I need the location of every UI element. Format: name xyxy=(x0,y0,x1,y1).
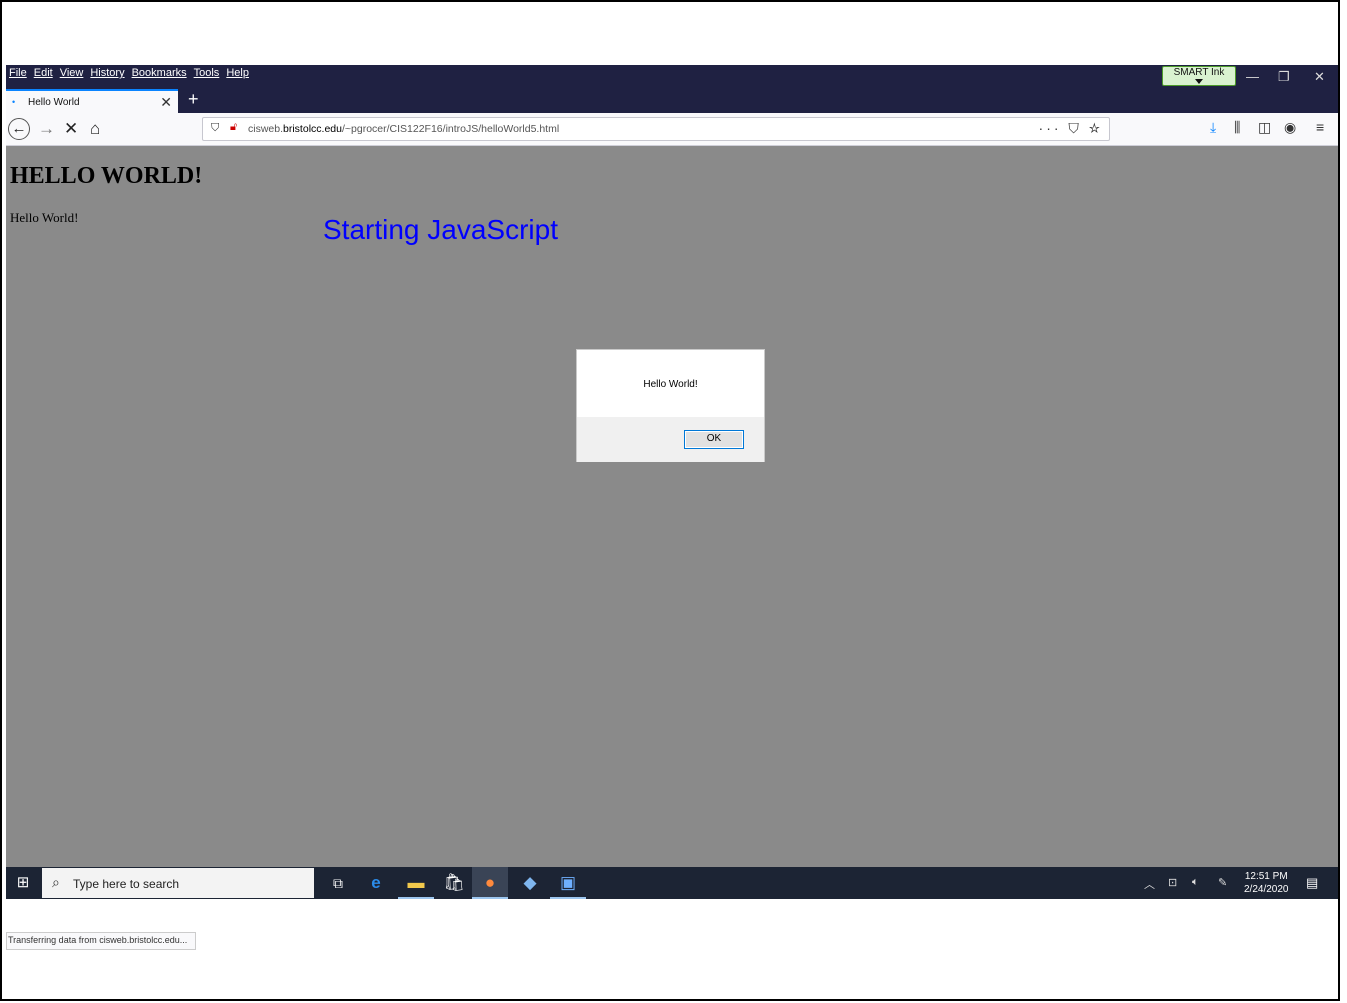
chevron-down-icon xyxy=(1195,79,1203,84)
notepad-icon[interactable]: ▣ xyxy=(550,867,586,899)
url-domain: bristolcc.edu xyxy=(283,123,342,135)
menu-help[interactable]: Help xyxy=(226,67,249,79)
url-bar[interactable]: ⛉ 🔓︎ cisweb.bristolcc.edu/~pgrocer/CIS12… xyxy=(202,117,1110,141)
menu-file[interactable]: File xyxy=(9,67,27,79)
new-tab-button[interactable]: + xyxy=(188,89,199,110)
url-path: /~pgrocer/CIS122F16/introJS/helloWorld5.… xyxy=(341,123,560,135)
account-icon[interactable]: ◉ xyxy=(1284,119,1296,136)
search-placeholder: Type here to search xyxy=(73,877,180,891)
menu-view[interactable]: View xyxy=(60,67,84,79)
status-bar: Transferring data from cisweb.bristolcc.… xyxy=(6,932,197,950)
alert-message: Hello World! xyxy=(643,379,698,390)
stop-button[interactable]: ✕ xyxy=(64,119,78,139)
menu-list: File Edit View History Bookmarks Tools H… xyxy=(9,67,249,79)
menu-history[interactable]: History xyxy=(90,67,124,79)
library-icon[interactable]: ⫼ xyxy=(1234,119,1240,136)
clock-date: 2/24/2020 xyxy=(1244,884,1289,895)
edge-icon[interactable]: e xyxy=(358,867,394,899)
page-heading: HELLO WORLD! xyxy=(10,163,203,189)
menu-icon[interactable]: ≡ xyxy=(1316,119,1324,135)
tab-hello-world[interactable]: • Hello World ✕ xyxy=(6,89,178,113)
insecure-lock-icon[interactable]: 🔓︎ xyxy=(230,121,237,134)
smart-ink-button[interactable]: SMART Ink xyxy=(1162,66,1236,86)
forward-button[interactable]: → xyxy=(38,119,55,139)
loading-dot-icon: • xyxy=(12,97,16,107)
ok-button[interactable]: OK xyxy=(684,430,744,449)
desktop-screen: File Edit View History Bookmarks Tools H… xyxy=(6,65,1338,950)
notification-icon[interactable]: ▤ xyxy=(1306,875,1318,891)
menu-tools[interactable]: Tools xyxy=(194,67,220,79)
page-paragraph: Hello World! xyxy=(10,210,79,225)
url-prefix: cisweb. xyxy=(248,123,284,135)
network-icon[interactable]: ⊡ xyxy=(1168,876,1177,889)
download-icon[interactable]: ⤓ xyxy=(1210,119,1216,136)
tray-chevron-icon[interactable]: ︿ xyxy=(1144,876,1155,892)
taskbar: ⊞ ⌕ Type here to search ⧉ e ▬ 🛍︎ ● ◆ ▣ ︿… xyxy=(6,867,1338,899)
tab-title: Hello World xyxy=(28,97,80,108)
sidebar-icon[interactable]: ◫ xyxy=(1258,119,1271,136)
tab-close-icon[interactable]: ✕ xyxy=(160,94,172,111)
page-actions[interactable]: ··· ⛉ ☆ xyxy=(1039,120,1103,137)
alert-footer: OK xyxy=(577,417,764,462)
menu-bookmarks[interactable]: Bookmarks xyxy=(132,67,187,79)
back-button[interactable]: ← xyxy=(8,118,30,140)
close-window-button[interactable]: ✕ xyxy=(1314,69,1325,85)
home-button[interactable]: ⌂ xyxy=(90,119,100,139)
smart-ink-label: SMART Ink xyxy=(1173,67,1225,78)
search-icon: ⌕ xyxy=(52,874,60,890)
menu-bar: File Edit View History Bookmarks Tools H… xyxy=(6,65,1338,89)
starting-javascript-text: Starting JavaScript xyxy=(323,214,558,245)
notebook-icon[interactable]: ◆ xyxy=(512,867,548,899)
tab-strip: • Hello World ✕ + xyxy=(6,89,1338,113)
windows-start-button[interactable]: ⊞ xyxy=(6,867,40,899)
navigation-bar: ← → ✕ ⌂ ⛉ 🔓︎ cisweb.bristolcc.edu/~pgroc… xyxy=(6,113,1338,146)
page-content: HELLO WORLD! Hello World! Starting JavaS… xyxy=(6,146,1338,950)
taskbar-search[interactable]: ⌕ Type here to search xyxy=(42,868,314,898)
file-explorer-icon[interactable]: ▬ xyxy=(398,867,434,899)
firefox-icon[interactable]: ● xyxy=(472,867,508,899)
restore-button[interactable]: ❐ xyxy=(1278,69,1290,85)
clock-time: 12:51 PM xyxy=(1244,871,1288,882)
alert-dialog: Hello World! OK xyxy=(576,349,765,462)
menu-edit[interactable]: Edit xyxy=(34,67,53,79)
shield-icon[interactable]: ⛉ xyxy=(211,122,219,135)
url-text: cisweb.bristolcc.edu/~pgrocer/CIS122F16/… xyxy=(248,123,559,135)
task-view-icon[interactable]: ⧉ xyxy=(320,867,356,899)
volume-muted-icon[interactable]: 🔈︎ xyxy=(1192,876,1199,889)
store-icon[interactable]: 🛍︎ xyxy=(436,867,472,899)
pen-icon[interactable]: ✎ xyxy=(1218,876,1227,889)
minimize-button[interactable]: — xyxy=(1246,69,1259,84)
system-clock[interactable]: 12:51 PM 2/24/2020 xyxy=(1244,870,1289,896)
